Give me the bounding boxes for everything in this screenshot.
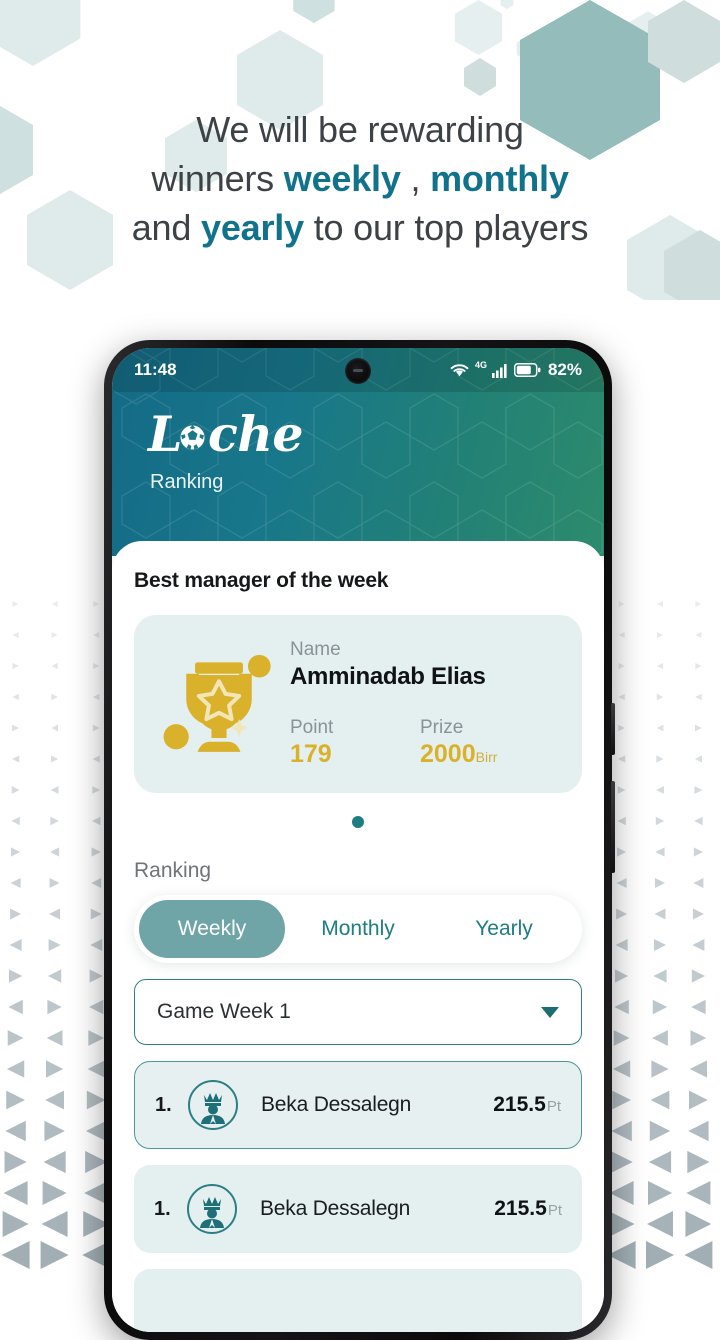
ranking-tabs: Weekly Monthly Yearly (134, 895, 582, 963)
phone-screen: 11:48 4G 82% L che Ranking Best manager … (112, 348, 604, 1332)
headline-text: winners (151, 158, 284, 199)
player-points: 215.5Pt (493, 1093, 561, 1117)
wifi-icon (450, 364, 469, 377)
trophy-icon (163, 654, 271, 752)
status-bar-time: 11:48 (134, 360, 177, 379)
rank-number: 1. (155, 1093, 172, 1116)
table-row[interactable] (134, 1269, 582, 1332)
headline-text: to our top players (303, 207, 589, 248)
logo-text-right: che (207, 405, 304, 463)
headline-emphasis-weekly: weekly (283, 158, 401, 199)
best-manager-section-title: Best manager of the week (134, 569, 389, 592)
network-type-label: 4G (474, 360, 487, 370)
points-value: 215.5 (494, 1197, 547, 1220)
points-value: 215.5 (493, 1093, 546, 1116)
prize-label: Prize (420, 717, 464, 738)
headline-line-2: winners weekly , monthly (0, 154, 720, 203)
phone-power-button[interactable] (611, 781, 615, 873)
prize-value-wrap: 2000Birr (420, 740, 550, 769)
headline-text: , (400, 158, 431, 199)
phone-volume-button[interactable] (611, 703, 615, 755)
content-sheet: Best manager of the week Name Amminadab … (112, 541, 604, 1332)
logo-text-left: L (148, 405, 182, 463)
headline-text: We will be rewarding (196, 109, 524, 150)
cellular-signal-icon (491, 363, 507, 378)
best-manager-info: Name Amminadab Elias Point 179 Prize 200… (290, 639, 560, 769)
point-label: Point (290, 717, 334, 738)
best-manager-name: Amminadab Elias (290, 663, 486, 690)
arrow-pattern-right (607, 601, 713, 1269)
crowned-manager-avatar-icon (187, 1184, 237, 1234)
screen-title: Ranking (150, 471, 224, 493)
headline-line-3: and yearly to our top players (0, 203, 720, 252)
name-label: Name (290, 639, 341, 660)
point-value: 179 (290, 740, 332, 768)
headline-line-1: We will be rewarding (0, 105, 720, 154)
table-row[interactable]: 1. Beka Dessalegn 215.5Pt (134, 1061, 582, 1149)
page-headline: We will be rewarding winners weekly , mo… (0, 105, 720, 252)
rank-number: 1. (154, 1197, 171, 1220)
battery-percent-label: 82% (547, 360, 582, 379)
best-manager-stats: Point 179 Prize 2000Birr (290, 717, 560, 769)
soccer-ball-icon (179, 424, 206, 451)
headline-text: and (131, 207, 201, 248)
ranking-label: Ranking (134, 859, 212, 882)
headline-emphasis-monthly: monthly (430, 158, 569, 199)
crowned-manager-avatar-icon (188, 1080, 238, 1130)
player-name: Beka Dessalegn (260, 1197, 411, 1220)
tab-weekly[interactable]: Weekly (139, 900, 285, 958)
camera-punch-hole (345, 358, 371, 384)
carousel-dot-active[interactable] (352, 816, 364, 828)
points-unit: Pt (547, 1202, 562, 1219)
tab-monthly[interactable]: Monthly (285, 900, 431, 958)
app-header: 11:48 4G 82% L che Ranking (112, 348, 604, 556)
table-row[interactable]: 1. Beka Dessalegn 215.5Pt (134, 1165, 582, 1253)
status-bar-indicators: 4G 82% (449, 360, 582, 380)
headline-emphasis-yearly: yearly (201, 207, 304, 248)
player-name: Beka Dessalegn (261, 1093, 412, 1116)
phone-mockup: 11:48 4G 82% L che Ranking Best manager … (104, 340, 615, 1340)
app-logo: L che (148, 410, 604, 459)
points-unit: Pt (546, 1098, 561, 1115)
chevron-down-icon[interactable] (541, 1006, 559, 1018)
game-week-dropdown[interactable]: Game Week 1 (134, 979, 582, 1045)
prize-value: 2000 (420, 740, 476, 768)
battery-icon (513, 363, 541, 377)
tab-yearly[interactable]: Yearly (431, 900, 577, 958)
point-stat: Point 179 (290, 717, 420, 769)
prize-stat: Prize 2000Birr (420, 717, 550, 769)
carousel-indicator[interactable] (134, 815, 582, 833)
prize-unit: Birr (475, 749, 498, 765)
player-points: 215.5Pt (494, 1197, 562, 1221)
best-manager-card[interactable]: Name Amminadab Elias Point 179 Prize 200… (134, 615, 582, 793)
game-week-value: Game Week 1 (157, 1000, 291, 1023)
